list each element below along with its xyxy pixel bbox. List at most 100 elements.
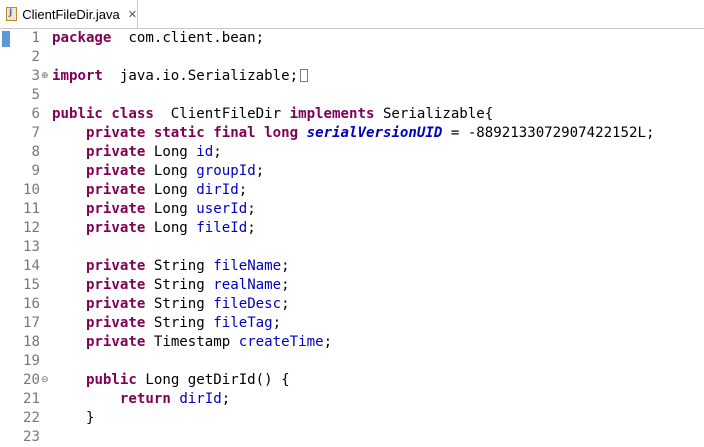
code-line[interactable]: 23 bbox=[12, 428, 704, 447]
code-token: ; bbox=[213, 144, 222, 160]
code-line[interactable]: 16 private String fileDesc; bbox=[12, 295, 704, 314]
keyword-token: private bbox=[85, 334, 146, 350]
folded-imports-icon[interactable] bbox=[300, 69, 309, 82]
keyword-token: return bbox=[119, 391, 171, 407]
code-line[interactable]: 3 ⊕ import java.io.Serializable; bbox=[12, 67, 704, 86]
line-number: 5 bbox=[31, 87, 41, 103]
code-line[interactable]: 9 private Long groupId; bbox=[12, 162, 704, 181]
code-line[interactable]: 18 private Timestamp createTime; bbox=[12, 333, 704, 352]
line-number: 12 bbox=[23, 220, 40, 236]
code-line[interactable]: 2 bbox=[12, 48, 704, 67]
code-text: public Long getDirId() { bbox=[52, 371, 290, 390]
field-token: fileId bbox=[196, 220, 248, 236]
code-text: private Timestamp createTime; bbox=[52, 333, 332, 352]
code-line[interactable]: 5 bbox=[12, 86, 704, 105]
code-lines[interactable]: 1 package com.client.bean; 2 3 ⊕ import java.… bbox=[12, 29, 704, 447]
code-text: import java.io.Serializable; bbox=[52, 67, 309, 86]
line-number: 6 bbox=[31, 106, 41, 122]
code-text: private static final long serialVersionU… bbox=[52, 124, 655, 143]
line-number: 22 bbox=[23, 410, 40, 426]
code-token: ; bbox=[323, 334, 333, 350]
code-token: ; bbox=[238, 182, 248, 198]
code-token: ; bbox=[247, 201, 256, 217]
code-line[interactable]: 21 return dirId; bbox=[12, 390, 704, 409]
code-editor[interactable]: 1 package com.client.bean; 2 3 ⊕ import java.… bbox=[0, 29, 704, 445]
line-number: 19 bbox=[23, 353, 40, 369]
code-token: ; bbox=[221, 391, 231, 407]
code-line[interactable]: 19 bbox=[12, 352, 704, 371]
line-number: 18 bbox=[23, 334, 40, 350]
editor-tab-bar: ClientFileDir.java ✕ bbox=[0, 0, 704, 29]
code-token: Long bbox=[145, 163, 197, 179]
code-line[interactable]: 10 private Long dirId; bbox=[12, 181, 704, 200]
code-token: String bbox=[145, 296, 214, 312]
close-icon[interactable]: ✕ bbox=[128, 8, 137, 21]
code-text: private Long id; bbox=[52, 143, 222, 162]
keyword-token: private bbox=[85, 163, 146, 179]
code-text: return dirId; bbox=[52, 390, 230, 409]
line-number: 14 bbox=[23, 258, 40, 274]
keyword-token: public class bbox=[52, 106, 154, 122]
line-number: 20 bbox=[23, 372, 40, 388]
code-text: private Long fileId; bbox=[52, 219, 256, 238]
line-number: 3 bbox=[31, 68, 41, 84]
code-token: ClientFileDir bbox=[153, 106, 290, 122]
code-text: private String fileTag; bbox=[52, 314, 281, 333]
code-token: ; bbox=[281, 296, 290, 312]
code-token: ; bbox=[281, 277, 290, 293]
field-token: dirId bbox=[196, 182, 239, 198]
tab-clientfiledir-java[interactable]: ClientFileDir.java ✕ bbox=[0, 0, 138, 28]
code-line[interactable]: 6 public class ClientFileDir implements S… bbox=[12, 105, 704, 124]
code-line[interactable]: 7 private static final long serialVersio… bbox=[12, 124, 704, 143]
code-line[interactable]: 11 private Long userId; bbox=[12, 200, 704, 219]
code-text: private String fileName; bbox=[52, 257, 290, 276]
line-number: 10 bbox=[23, 182, 40, 198]
code-token: String bbox=[145, 315, 214, 331]
line-number: 16 bbox=[23, 296, 40, 312]
code-text: private String realName; bbox=[52, 276, 290, 295]
field-token: groupId bbox=[196, 163, 256, 179]
tab-label: ClientFileDir.java bbox=[22, 6, 120, 22]
code-line[interactable]: 8 private Long id; bbox=[12, 143, 704, 162]
keyword-token: private bbox=[85, 201, 146, 217]
code-token: Serializable{ bbox=[374, 106, 494, 122]
code-line[interactable]: 22 } bbox=[12, 409, 704, 428]
overview-ruler bbox=[0, 29, 12, 440]
code-line[interactable]: 17 private String fileTag; bbox=[12, 314, 704, 333]
current-line-marker bbox=[2, 31, 10, 47]
fold-expand-icon[interactable]: ⊕ bbox=[41, 67, 49, 86]
line-number: 21 bbox=[23, 391, 40, 407]
field-token: dirId bbox=[179, 391, 222, 407]
code-token: String bbox=[145, 277, 214, 293]
code-line[interactable]: 14 private String fileName; bbox=[12, 257, 704, 276]
line-number: 23 bbox=[23, 429, 40, 445]
code-token: Long bbox=[145, 220, 197, 236]
code-token: Timestamp bbox=[145, 334, 239, 350]
code-line[interactable]: 15 private String realName; bbox=[12, 276, 704, 295]
line-number: 2 bbox=[31, 49, 41, 65]
code-text: private Long dirId; bbox=[52, 181, 247, 200]
code-token: = -8892133072907422152L; bbox=[442, 125, 655, 141]
field-token: id bbox=[196, 144, 214, 160]
code-token: com.client.bean; bbox=[111, 30, 265, 46]
code-line[interactable]: 13 bbox=[12, 238, 704, 257]
fold-collapse-icon[interactable]: ⊖ bbox=[41, 371, 49, 390]
code-token: String bbox=[145, 258, 214, 274]
keyword-token: private bbox=[85, 277, 146, 293]
keyword-token: public bbox=[85, 372, 137, 388]
code-line[interactable]: 20 ⊖ public Long getDirId() { bbox=[12, 371, 704, 390]
keyword-token: private bbox=[85, 315, 146, 331]
code-line[interactable]: 1 package com.client.bean; bbox=[12, 29, 704, 48]
keyword-token: private static final long bbox=[85, 125, 299, 141]
field-token: fileName bbox=[213, 258, 282, 274]
keyword-token: package bbox=[52, 30, 112, 46]
code-line[interactable]: 12 private Long fileId; bbox=[12, 219, 704, 238]
